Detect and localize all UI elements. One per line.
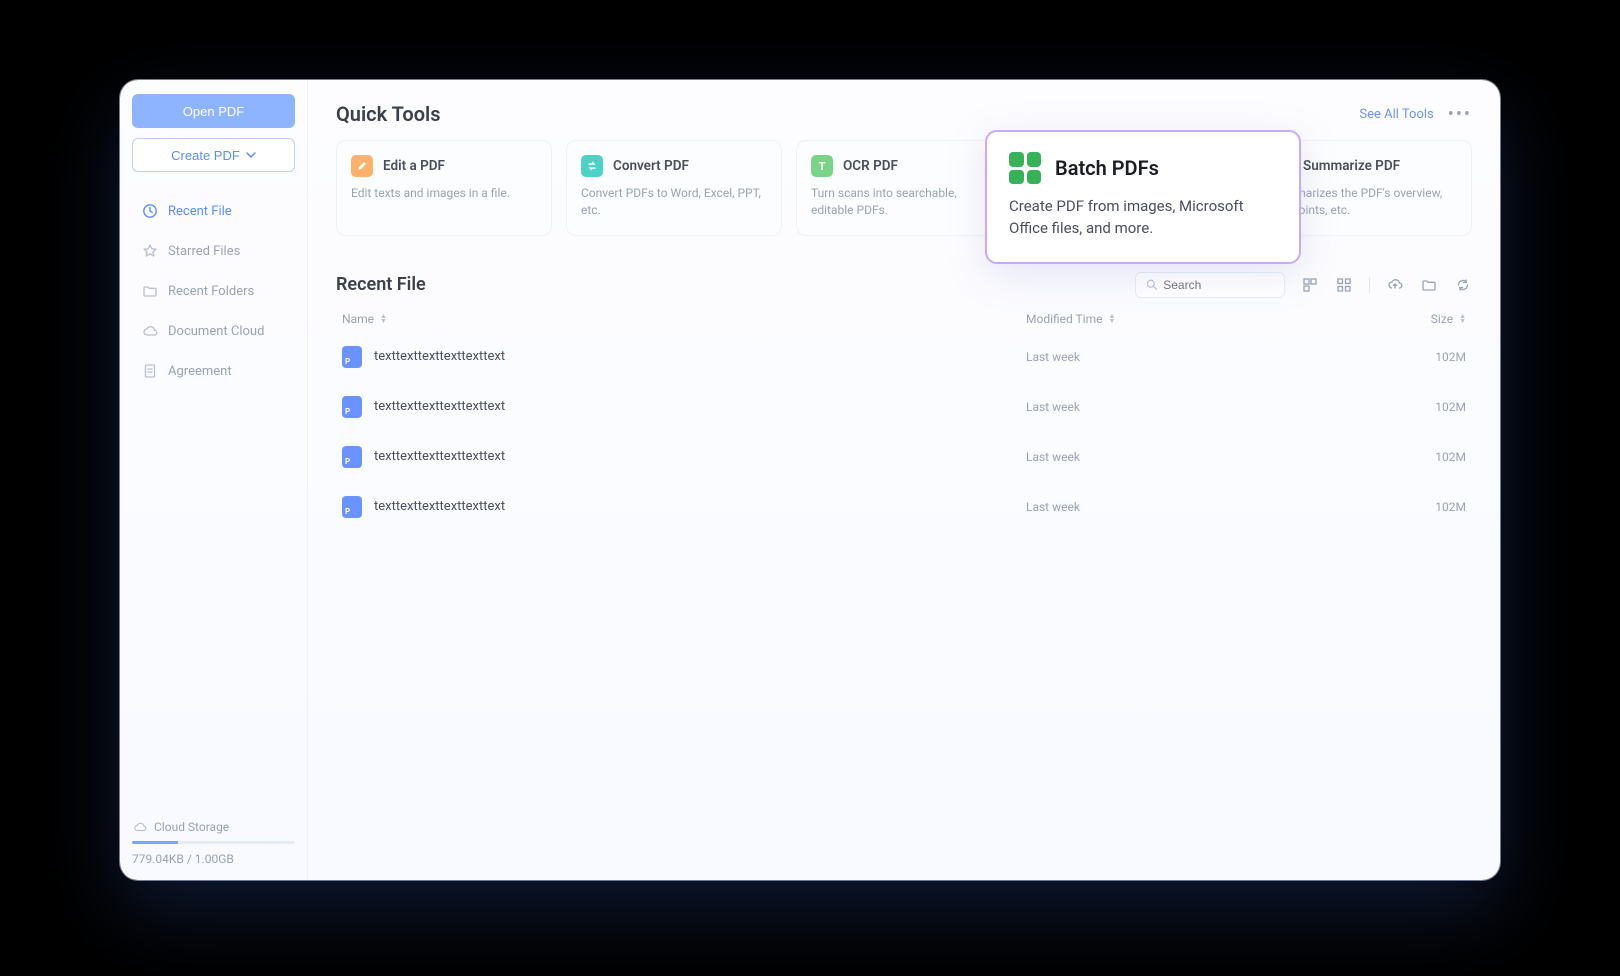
file-size: 102M	[1326, 350, 1466, 364]
sidebar-item-label: Recent Folders	[168, 284, 254, 299]
create-pdf-button[interactable]: Create PDF	[132, 138, 295, 172]
sidebar-item-label: Starred Files	[168, 244, 240, 259]
document-icon	[142, 363, 158, 379]
file-modified: Last week	[1026, 400, 1326, 414]
tool-desc: Convert PDFs to Word, Excel, PPT, etc.	[581, 185, 767, 219]
sort-icon: ▲▼	[1459, 314, 1466, 324]
tool-card-edit-pdf[interactable]: Edit a PDF Edit texts and images in a fi…	[336, 140, 552, 236]
sidebar-item-label: Document Cloud	[168, 324, 264, 339]
more-icon[interactable]: •••	[1448, 104, 1472, 125]
star-icon	[142, 243, 158, 259]
sort-icon: ▲▼	[1109, 314, 1116, 324]
sidebar: Open PDF Create PDF Recent File Starred …	[120, 80, 308, 880]
storage-text: 779.04KB / 1.00GB	[132, 852, 295, 866]
sort-icon: ▲▼	[380, 314, 387, 324]
sidebar-item-recent-folders[interactable]: Recent Folders	[132, 274, 295, 308]
recent-file-title: Recent File	[336, 274, 426, 295]
open-folder-icon[interactable]	[1420, 276, 1438, 294]
tool-desc: Turn scans into searchable, editable PDF…	[811, 185, 997, 219]
search-input-wrapper[interactable]	[1135, 272, 1285, 298]
pdf-file-icon: P	[342, 446, 362, 468]
search-input[interactable]	[1163, 278, 1274, 292]
popover-title: Batch PDFs	[1055, 156, 1159, 180]
sidebar-item-label: Agreement	[168, 364, 232, 379]
pdf-file-icon: P	[342, 496, 362, 518]
recent-file-header: Recent File	[336, 272, 1472, 298]
refresh-icon[interactable]	[1454, 276, 1472, 294]
column-modified[interactable]: Modified Time ▲▼	[1026, 312, 1326, 326]
tool-card-convert-pdf[interactable]: Convert PDF Convert PDFs to Word, Excel,…	[566, 140, 782, 236]
view-list-icon[interactable]	[1301, 276, 1319, 294]
tool-title: Summarize PDF	[1303, 158, 1400, 174]
batch-grid-icon	[1009, 152, 1041, 184]
column-name[interactable]: Name ▲▼	[342, 312, 1026, 326]
pdf-file-icon: P	[342, 346, 362, 368]
sidebar-nav: Recent File Starred Files Recent Folders…	[132, 194, 295, 388]
sidebar-item-document-cloud[interactable]: Document Cloud	[132, 314, 295, 348]
tool-title: OCR PDF	[843, 158, 898, 174]
view-grid-icon[interactable]	[1335, 276, 1353, 294]
table-row[interactable]: P texttexttexttexttexttext Last week 102…	[336, 432, 1472, 482]
file-size: 102M	[1326, 500, 1466, 514]
quick-tools-grid: Edit a PDF Edit texts and images in a fi…	[336, 140, 1472, 236]
table-row[interactable]: P texttexttexttexttexttext Last week 102…	[336, 382, 1472, 432]
file-name: texttexttexttexttexttext	[374, 449, 505, 464]
tool-title: Edit a PDF	[383, 158, 445, 174]
sidebar-item-agreement[interactable]: Agreement	[132, 354, 295, 388]
popover-desc: Create PDF from images, Microsoft Office…	[1009, 196, 1277, 240]
column-size[interactable]: Size ▲▼	[1326, 312, 1466, 326]
create-pdf-label: Create PDF	[171, 148, 240, 163]
batch-pdfs-popover: Batch PDFs Create PDF from images, Micro…	[985, 130, 1301, 264]
file-name: texttexttexttexttexttext	[374, 399, 505, 414]
sidebar-item-label: Recent File	[168, 204, 232, 219]
folder-icon	[142, 283, 158, 299]
tool-title: Convert PDF	[613, 158, 689, 174]
see-all-tools-link[interactable]: See All Tools	[1359, 107, 1433, 122]
clock-icon	[142, 203, 158, 219]
tool-desc: Edit texts and images in a file.	[351, 185, 537, 202]
file-modified: Last week	[1026, 350, 1326, 364]
file-size: 102M	[1326, 400, 1466, 414]
table-body: P texttexttexttexttexttext Last week 102…	[336, 332, 1472, 532]
tool-card-ocr-pdf[interactable]: T OCR PDF Turn scans into searchable, ed…	[796, 140, 1012, 236]
divider	[1369, 277, 1370, 293]
cloud-storage-label: Cloud Storage	[154, 820, 229, 834]
edit-icon	[351, 155, 373, 177]
open-pdf-button[interactable]: Open PDF	[132, 94, 295, 128]
sidebar-item-starred[interactable]: Starred Files	[132, 234, 295, 268]
convert-icon	[581, 155, 603, 177]
storage-progress	[132, 841, 295, 844]
cloud-storage-section: Cloud Storage 779.04KB / 1.00GB	[132, 819, 295, 866]
file-name: texttexttexttexttexttext	[374, 349, 505, 364]
table-columns: Name ▲▼ Modified Time ▲▼ Size ▲▼	[336, 298, 1472, 332]
cloud-icon	[132, 819, 148, 835]
table-row[interactable]: P texttexttexttexttexttext Last week 102…	[336, 482, 1472, 532]
pdf-file-icon: P	[342, 396, 362, 418]
file-size: 102M	[1326, 450, 1466, 464]
table-row[interactable]: P texttexttexttexttexttext Last week 102…	[336, 332, 1472, 382]
ocr-icon: T	[811, 155, 833, 177]
main-content: Quick Tools See All Tools ••• Edit a PDF…	[308, 80, 1500, 880]
quick-tools-header: Quick Tools See All Tools •••	[336, 102, 1472, 126]
quick-tools-title: Quick Tools	[336, 102, 441, 126]
search-icon	[1146, 278, 1157, 291]
chevron-down-icon	[246, 150, 256, 160]
file-name: texttexttexttexttexttext	[374, 499, 505, 514]
file-modified: Last week	[1026, 450, 1326, 464]
file-modified: Last week	[1026, 500, 1326, 514]
recent-toolbar	[1135, 272, 1472, 298]
upload-icon[interactable]	[1386, 276, 1404, 294]
sidebar-item-recent-file[interactable]: Recent File	[132, 194, 295, 228]
cloud-icon	[142, 323, 158, 339]
